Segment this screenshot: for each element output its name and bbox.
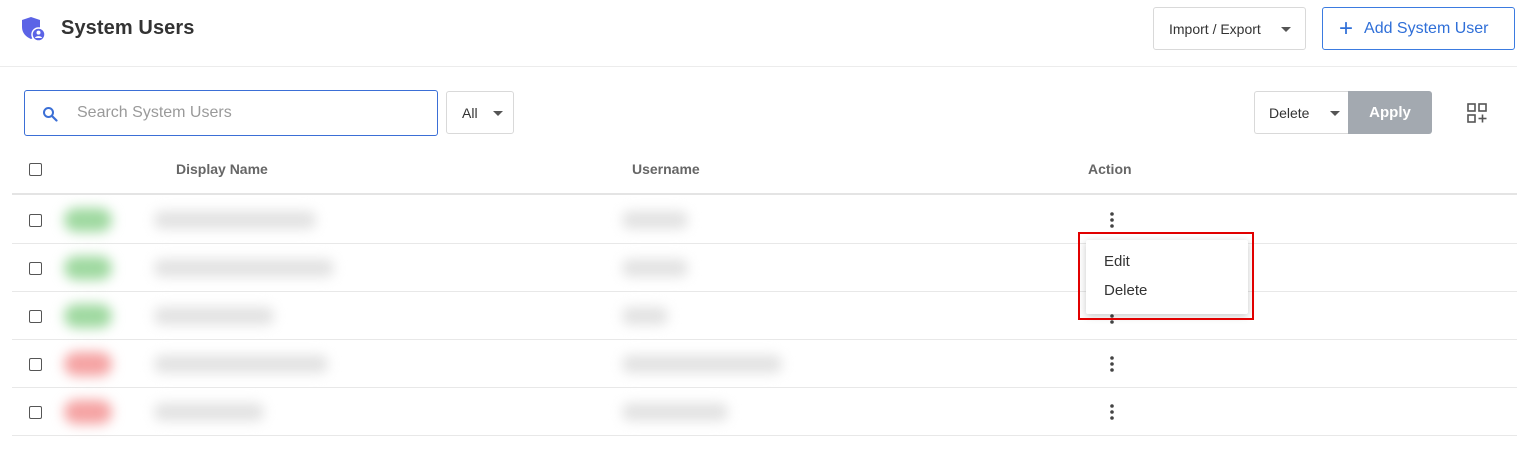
column-header-username: Username: [632, 161, 700, 177]
username-redacted: [622, 355, 782, 373]
caret-down-icon: [1281, 27, 1291, 32]
add-system-user-label: Add System User: [1364, 19, 1489, 37]
row-checkbox[interactable]: [29, 406, 42, 419]
username-redacted: [622, 403, 728, 421]
plus-icon: +: [1339, 14, 1354, 42]
row-checkbox[interactable]: [29, 358, 42, 371]
table-row: [12, 292, 1517, 340]
display-name-redacted: [154, 307, 274, 325]
table-row: [12, 340, 1517, 388]
username-redacted: [622, 307, 668, 325]
row-checkbox[interactable]: [29, 310, 42, 323]
page-title: System Users: [61, 17, 195, 39]
apply-label: Apply: [1369, 104, 1411, 121]
status-filter-value: All: [462, 104, 478, 121]
import-export-button[interactable]: Import / Export: [1153, 7, 1306, 50]
menu-item-edit[interactable]: Edit: [1104, 253, 1130, 270]
menu-item-delete[interactable]: Delete: [1104, 282, 1147, 299]
table-row: [12, 196, 1517, 244]
select-all-checkbox[interactable]: [29, 163, 42, 176]
display-name-redacted: [154, 403, 264, 421]
column-header-display-name: Display Name: [176, 161, 268, 177]
display-name-redacted: [154, 259, 334, 277]
display-name-redacted: [154, 211, 316, 229]
row-checkbox[interactable]: [29, 262, 42, 275]
search-input[interactable]: [77, 99, 427, 127]
status-avatar: [64, 352, 112, 376]
more-actions-icon[interactable]: [1104, 354, 1120, 374]
username-redacted: [622, 211, 688, 229]
caret-down-icon: [493, 111, 503, 116]
add-system-user-button[interactable]: + Add System User: [1322, 7, 1515, 50]
page-header: System Users Import / Export + Add Syste…: [0, 0, 1517, 67]
apply-button[interactable]: Apply: [1348, 91, 1432, 134]
search-icon: [43, 107, 58, 122]
status-avatar: [64, 400, 112, 424]
grid-add-icon[interactable]: [1467, 103, 1487, 123]
status-avatar: [64, 256, 112, 280]
table-row: [12, 388, 1517, 436]
import-export-label: Import / Export: [1169, 20, 1261, 37]
username-redacted: [622, 259, 688, 277]
status-avatar: [64, 208, 112, 232]
row-checkbox[interactable]: [29, 214, 42, 227]
bulk-action-select[interactable]: Delete: [1254, 91, 1349, 134]
table-row: [12, 244, 1517, 292]
shield-user-icon: [22, 17, 46, 42]
bulk-action-value: Delete: [1269, 104, 1310, 121]
more-actions-icon[interactable]: [1104, 210, 1120, 230]
status-avatar: [64, 304, 112, 328]
table-header: Display Name Username Action: [12, 145, 1517, 195]
row-actions-menu: Edit Delete: [1086, 240, 1248, 314]
more-actions-icon[interactable]: [1104, 402, 1120, 422]
status-filter-select[interactable]: All: [446, 91, 514, 134]
caret-down-icon: [1330, 111, 1340, 116]
column-header-action: Action: [1088, 161, 1132, 177]
display-name-redacted: [154, 355, 328, 373]
search-box[interactable]: [24, 90, 438, 136]
